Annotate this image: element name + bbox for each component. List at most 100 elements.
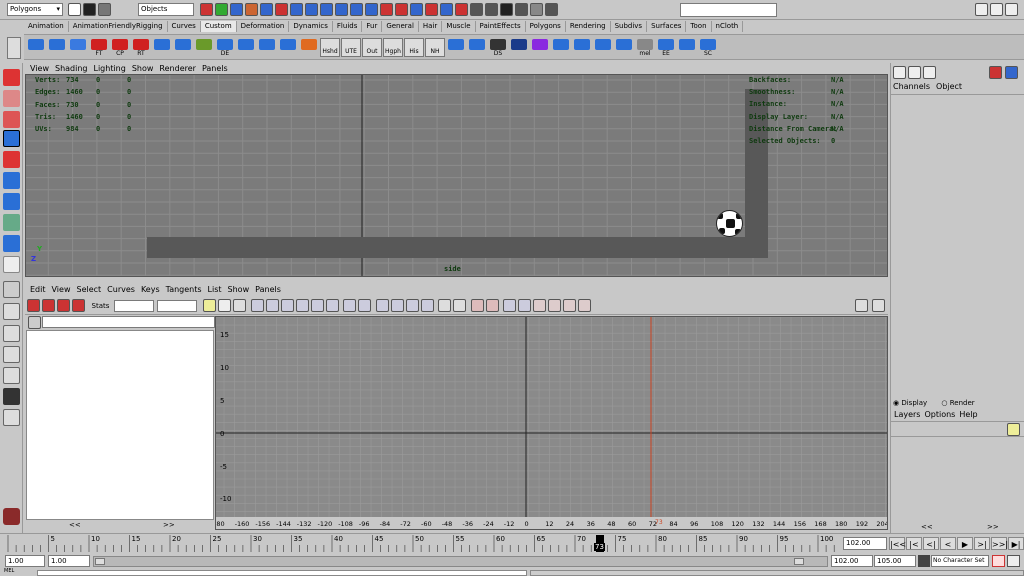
shelf-tab-dynamics[interactable]: Dynamics [289,21,333,32]
range-handle-end[interactable] [794,558,804,565]
character-set-icon[interactable] [918,555,930,567]
channel-list-icon[interactable] [893,66,906,79]
flat-tangent-icon[interactable] [295,299,309,312]
selection-mode-menu[interactable]: Objects [138,3,194,16]
graph-menu-curves[interactable]: Curves [107,285,135,294]
shelf-button-b-2[interactable]: DS [488,38,508,57]
snap-point-icon[interactable] [425,3,438,16]
layout-more-icon[interactable] [3,409,20,426]
question-icon[interactable] [365,3,378,16]
shelf-tab-fur[interactable]: Fur [362,21,383,32]
current-time-field[interactable]: 102.00 [843,537,887,550]
select-hierarchy-icon[interactable] [200,3,213,16]
manipulator-icon[interactable] [3,193,20,210]
stats-field-b[interactable] [156,299,197,312]
help-menu[interactable]: Help [959,410,977,419]
playback-button-6[interactable]: >>| [991,537,1008,550]
anim-end-field[interactable]: 102.00 [831,555,873,567]
toggle-channel-box-icon[interactable] [1005,3,1018,16]
outliner-filter-field[interactable] [42,316,215,328]
normalize-icon[interactable] [503,299,517,312]
graph-menu-view[interactable]: View [52,285,71,294]
unlock-weight-icon[interactable] [405,299,419,312]
shelf-button-11[interactable] [257,38,277,57]
ipr-icon[interactable] [515,3,528,16]
shelf-button-9[interactable]: DE [215,38,235,57]
graph-menu-edit[interactable]: Edit [30,285,46,294]
shelf-button-13[interactable] [299,38,319,57]
graph-toggle-icon[interactable] [872,299,885,312]
shelf-button-4[interactable]: CP [110,38,130,57]
playback-button-0[interactable]: |<< [889,537,906,550]
shelf-tab-hair[interactable]: Hair [419,21,443,32]
frame-playback-icon[interactable] [233,299,247,312]
select-tool-icon[interactable] [3,69,20,86]
playback-button-3[interactable]: < [940,537,956,550]
viewport-menu-renderer[interactable]: Renderer [159,64,196,73]
graph-outliner-list[interactable] [26,330,214,520]
shelf-text-button-ute[interactable]: UTE [341,38,361,57]
history-icon[interactable] [470,3,483,16]
range-end-field[interactable]: 105.00 [874,555,916,567]
graph-area[interactable]: 15 10 5 0 -5 -10 -80 -160 -156 -144 -132 -120 -108-… [215,316,888,530]
layer-nav-left[interactable]: << [921,523,933,531]
shelf-button-b-7[interactable] [593,38,613,57]
shelf-button-b-12[interactable]: SC [698,38,718,57]
layout-single-icon[interactable] [3,281,20,298]
display-radio[interactable]: ◉ Display [893,399,927,407]
shelf-button-7[interactable] [173,38,193,57]
render-settings-icon[interactable] [530,3,543,16]
shelf-button-3[interactable]: FT [89,38,109,57]
unify-tangent-icon[interactable] [358,299,372,312]
graph-menu-show[interactable]: Show [228,285,250,294]
shelf-text-button-his[interactable]: His [404,38,424,57]
shelf-button-b-0[interactable] [446,38,466,57]
stats-field-a[interactable] [113,299,154,312]
shelf-tab-muscle[interactable]: Muscle [442,21,476,32]
shelf-tab-polygons[interactable]: Polygons [526,21,566,32]
shelf-button-2[interactable] [68,38,88,57]
new-layer-icon[interactable] [1007,423,1020,436]
channel-box-list[interactable] [891,94,1024,394]
snap-curve-icon[interactable] [410,3,423,16]
add-key-icon[interactable] [57,299,70,312]
weighted-icon[interactable] [420,299,434,312]
graph-menu-list[interactable]: List [208,285,222,294]
curve-icon[interactable] [290,3,303,16]
outliner-nav-left[interactable]: << [69,521,81,529]
character-set-menu[interactable]: No Character Set [931,555,989,567]
layer-nav-right[interactable]: >> [987,523,999,531]
shelf-tab-curves[interactable]: Curves [168,21,201,32]
hypershade-icon[interactable] [545,3,558,16]
dynamics-icon[interactable] [335,3,348,16]
toggle-attr-editor-icon[interactable] [975,3,988,16]
shelf-button-6[interactable] [152,38,172,57]
viewport-menu-view[interactable]: View [30,64,49,73]
mode-menu[interactable]: Polygons ▾ [7,3,63,16]
lasso-tool-icon[interactable] [3,90,20,107]
shelf-button-b-6[interactable] [572,38,592,57]
shelf-tab-general[interactable]: General [382,21,419,32]
render-view-icon[interactable] [500,3,513,16]
last-tool-icon[interactable] [3,235,20,252]
outliner-nav-right[interactable]: >> [163,521,175,529]
shelf-button-8[interactable] [194,38,214,57]
channel-attr-icon[interactable] [923,66,936,79]
outliner-toggle-icon[interactable] [855,299,868,312]
shelf-text-button-nh[interactable]: NH [425,38,445,57]
move-tool-icon[interactable] [3,130,20,147]
command-line-input[interactable] [37,570,527,576]
mask-icon[interactable] [245,3,258,16]
playback-button-1[interactable]: |< [906,537,922,550]
plateau-tangent-icon[interactable] [325,299,339,312]
curve-c-icon[interactable] [563,299,577,312]
paint-select-icon[interactable] [3,111,20,128]
shelf-tab-deformation[interactable]: Deformation [237,21,290,32]
snap-grid-icon[interactable] [395,3,408,16]
playback-button-2[interactable]: <| [923,537,939,550]
shelf-button-b-4[interactable] [530,38,550,57]
select-component-icon[interactable] [230,3,243,16]
insert-key-icon[interactable] [42,299,55,312]
shelf-button-12[interactable] [278,38,298,57]
move-key-icon[interactable] [27,299,40,312]
